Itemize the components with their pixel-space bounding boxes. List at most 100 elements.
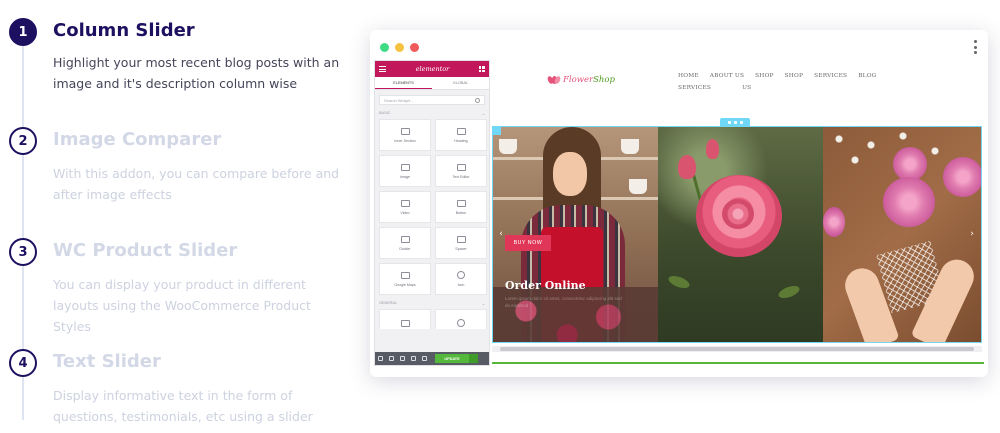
button-icon	[456, 199, 466, 207]
feature-description: Highlight your most recent blog posts wi…	[53, 55, 340, 91]
settings-icon[interactable]	[378, 356, 383, 361]
section-general-label: GENERAL	[379, 301, 398, 305]
more-options-icon[interactable]	[972, 40, 978, 54]
horizontal-scrollbar[interactable]	[492, 346, 982, 352]
step-number-1: 1	[9, 18, 37, 46]
widget-grid: Inner Section Heading Image Text Editor …	[375, 117, 489, 295]
step-number-3: 3	[9, 238, 37, 266]
columns-icon	[400, 127, 410, 135]
feature-description: You can display your product in differen…	[53, 277, 311, 334]
nav-about-us[interactable]: ABOUT US	[710, 73, 744, 79]
chevron-right-icon[interactable]: ›	[967, 227, 977, 241]
widget-inner-section[interactable]: Inner Section	[379, 119, 431, 151]
menu-icon[interactable]	[379, 66, 386, 72]
widget-heading[interactable]: Heading	[435, 119, 487, 151]
tab-global[interactable]: GLOBAL	[432, 77, 489, 89]
widget-general-1[interactable]	[379, 309, 431, 329]
slide-woman-florist[interactable]: BUY NOW Order Online Lorem ipsum dolor s…	[493, 127, 658, 342]
slide-title: Order Online	[505, 279, 586, 292]
widget-search-input[interactable]: Search Widget...	[379, 95, 485, 105]
star-icon	[457, 271, 465, 279]
nav-shop-2[interactable]: SHOP	[785, 73, 803, 79]
slide-pink-rose[interactable]	[658, 127, 823, 342]
nav-services[interactable]: SERVICES	[814, 73, 847, 79]
feature-description: Display informative text in the form of …	[53, 388, 313, 424]
chevron-left-icon[interactable]: ‹	[496, 227, 506, 241]
widget-spacer[interactable]: Spacer	[435, 227, 487, 259]
widget-icon[interactable]: Icon	[435, 263, 487, 295]
widget-general-2[interactable]	[435, 309, 487, 329]
heading-icon	[456, 127, 466, 135]
logo-text-flower: Flower	[563, 75, 594, 85]
nav-home[interactable]: HOME	[678, 73, 699, 79]
elementor-logo: elementor	[415, 65, 450, 73]
window-dot-yellow	[395, 43, 404, 52]
widget-icon	[400, 319, 410, 327]
widget-label: Text Editor	[452, 174, 470, 179]
widget-label: Video	[400, 210, 410, 215]
text-icon	[456, 163, 466, 171]
spacer-icon	[456, 235, 466, 243]
divider-icon	[400, 235, 410, 243]
edit-handle-icon[interactable]	[493, 127, 501, 135]
browser-window: elementor ELEMENTS GLOBAL Search Widget.…	[370, 30, 988, 377]
accent-line	[492, 362, 984, 364]
feature-title[interactable]: Text Slider	[53, 351, 161, 372]
widget-google-maps[interactable]: Google Maps	[379, 263, 431, 295]
nav-blog[interactable]: BLOG	[858, 73, 876, 79]
window-dot-green	[380, 43, 389, 52]
section-general[interactable]: GENERAL ⌄	[379, 299, 485, 307]
widget-label: Google Maps	[394, 282, 416, 287]
feature-title[interactable]: WC Product Slider	[53, 240, 237, 261]
feature-title[interactable]: Column Slider	[53, 20, 195, 41]
site-logo[interactable]: FlowerShop	[546, 75, 615, 85]
map-icon	[400, 271, 410, 279]
widget-text-editor[interactable]: Text Editor	[435, 155, 487, 187]
image-icon	[400, 163, 410, 171]
buy-now-button[interactable]: BUY NOW	[505, 235, 551, 251]
section-edit-handle[interactable]	[720, 118, 750, 126]
widget-grid-general	[375, 307, 489, 329]
history-icon[interactable]	[400, 356, 405, 361]
widget-label: Button	[455, 210, 467, 215]
widget-label: Image	[400, 174, 410, 179]
window-dot-red	[410, 43, 419, 52]
feature-title[interactable]: Image Comparer	[53, 129, 221, 150]
preview-eye-icon[interactable]	[422, 356, 427, 361]
section-basic[interactable]: BASIC ⌄	[379, 109, 485, 117]
widget-image[interactable]: Image	[379, 155, 431, 187]
apps-grid-icon[interactable]	[478, 66, 485, 72]
widget-icon	[457, 319, 465, 327]
widget-label: Icon	[457, 283, 465, 287]
chevron-down-icon: ⌄	[481, 111, 485, 116]
nav-services-2[interactable]: SERVICES	[678, 85, 711, 91]
logo-text: FlowerShop	[563, 75, 615, 85]
widget-label: Divider	[399, 246, 411, 251]
feature-description: With this addon, you can compare before …	[53, 166, 340, 202]
widget-label: Inner Section	[394, 138, 416, 143]
search-placeholder: Search Widget...	[384, 97, 414, 103]
flower-logo-icon	[546, 75, 562, 85]
widget-label: Spacer	[455, 246, 467, 251]
page: 1 Column Slider Highlight your most rece…	[0, 0, 1000, 433]
step-number-4: 4	[9, 349, 37, 377]
tab-elements[interactable]: ELEMENTS	[375, 77, 432, 89]
slide-bouquet-hands[interactable]	[823, 127, 981, 342]
nav-us[interactable]: US	[742, 85, 751, 91]
search-icon	[475, 97, 480, 103]
slide-subtitle: Lorem ipsum dolor sit amet, consectetur …	[505, 296, 622, 308]
navigator-icon[interactable]	[389, 356, 394, 361]
scrollbar-thumb[interactable]	[500, 347, 974, 351]
nav-shop[interactable]: SHOP	[755, 73, 773, 79]
responsive-icon[interactable]	[411, 356, 416, 361]
panel-tabs: ELEMENTS GLOBAL	[375, 77, 489, 90]
update-button[interactable]: UPDATE	[435, 354, 469, 363]
update-options-button[interactable]	[469, 354, 478, 363]
widget-video[interactable]: Video	[379, 191, 431, 223]
widget-label: Heading	[454, 138, 468, 143]
video-icon	[400, 199, 410, 207]
widget-divider[interactable]: Divider	[379, 227, 431, 259]
widget-button[interactable]: Button	[435, 191, 487, 223]
panel-header: elementor	[375, 61, 489, 77]
elementor-panel: elementor ELEMENTS GLOBAL Search Widget.…	[374, 60, 490, 366]
